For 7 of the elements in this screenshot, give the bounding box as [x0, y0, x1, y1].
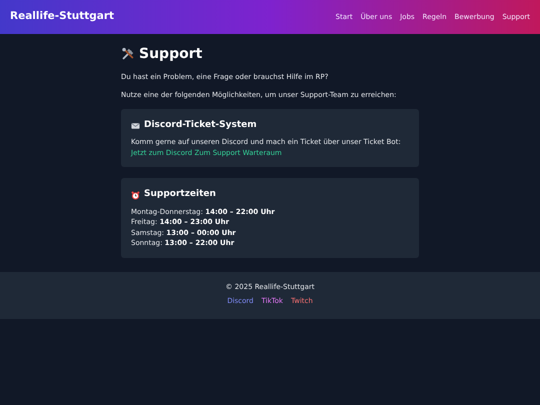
page-title: Support: [139, 46, 202, 63]
envelope-icon: [131, 122, 140, 130]
card-title: Supportzeiten: [144, 188, 216, 202]
card-title: Discord-Ticket-System: [144, 118, 257, 132]
brand-name[interactable]: Reallife-Stuttgart: [10, 9, 114, 25]
alarm-clock-icon: [131, 190, 140, 200]
tools-icon: [121, 47, 135, 62]
